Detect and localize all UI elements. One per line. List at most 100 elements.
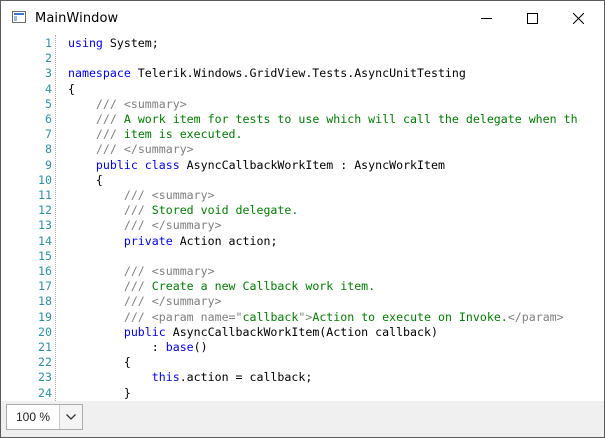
line-number: 6 [45, 112, 52, 126]
code-token: .action = callback; [179, 370, 313, 385]
line-number: 21 [38, 340, 52, 354]
code-token: /// [95, 142, 117, 157]
line-number: 18 [38, 294, 52, 309]
close-button[interactable] [555, 1, 601, 35]
line-number: 17 [38, 279, 52, 294]
gutter-separator [55, 35, 56, 401]
code-line[interactable]: /// Create a new Callback work item. [68, 279, 375, 294]
code-text-area[interactable]: using System; namespace Telerik.Windows.G… [68, 35, 598, 401]
code-token: </summary> [123, 142, 194, 157]
code-token: </summary> [151, 294, 222, 309]
line-number: 14 [38, 233, 52, 248]
code-token: /// [123, 264, 145, 278]
line-number: 4 [45, 81, 52, 96]
zoom-dropdown-button[interactable] [60, 405, 82, 429]
code-line[interactable]: public AsyncCallbackWorkItem(Action call… [68, 325, 438, 340]
code-token: } [68, 385, 131, 400]
code-token: Action to execute on Invoke. [312, 309, 508, 324]
line-number: 23 [38, 370, 52, 385]
code-line[interactable]: this.action = callback; [68, 370, 313, 385]
code-token: { [68, 81, 75, 96]
maximize-icon [526, 12, 538, 24]
code-line[interactable]: namespace Telerik.Windows.GridView.Tests… [68, 66, 466, 81]
line-number: 15 [38, 248, 52, 263]
code-line[interactable]: /// <summary> [68, 188, 215, 203]
close-icon [572, 12, 584, 24]
code-token: /// [123, 188, 145, 202]
code-token: A work item for tests to use which will … [116, 112, 578, 126]
zoom-combobox[interactable]: 100 % [6, 404, 83, 430]
code-token: public [95, 157, 138, 172]
code-token: AsyncCallbackWorkItem(Action callback) [165, 324, 438, 339]
code-line[interactable]: /// </summary> [68, 294, 222, 309]
maximize-button[interactable] [509, 1, 555, 35]
line-number: 5 [45, 96, 52, 111]
code-line[interactable]: using System; [68, 36, 159, 51]
code-token: { [68, 172, 103, 187]
code-token: </summary> [151, 218, 222, 233]
code-token: public [123, 324, 166, 339]
code-line[interactable]: } [68, 386, 131, 401]
code-token: /// [95, 112, 117, 126]
code-token: using [68, 36, 103, 50]
code-line[interactable]: { [68, 82, 75, 97]
code-line[interactable]: private Action action; [68, 234, 278, 249]
line-number: 8 [45, 142, 52, 157]
line-number: 1 [45, 36, 52, 50]
code-token: class [144, 157, 180, 172]
code-token: <summary> [123, 96, 187, 111]
code-line[interactable]: { [68, 173, 103, 188]
code-token: /// [123, 203, 145, 218]
code-line[interactable]: : base() [68, 340, 208, 355]
zoom-level-value[interactable]: 100 % [7, 405, 60, 429]
code-token: /// [95, 96, 117, 111]
line-number: 13 [38, 218, 52, 233]
code-line[interactable]: /// </summary> [68, 142, 194, 157]
minimize-button[interactable] [463, 1, 509, 35]
line-number: 2 [45, 51, 52, 66]
code-token: Stored void delegate. [144, 203, 299, 218]
code-token: "> [298, 309, 313, 324]
code-line[interactable]: /// item is executed. [68, 127, 243, 142]
code-token: <summary> [151, 188, 215, 202]
code-line[interactable]: public class AsyncCallbackWorkItem : Asy… [68, 158, 445, 173]
line-number: 22 [38, 355, 52, 370]
code-token: callback [242, 309, 299, 324]
code-token: </param> [507, 309, 564, 324]
code-line[interactable]: /// <summary> [68, 97, 187, 112]
code-line[interactable]: /// Stored void delegate. [68, 203, 299, 218]
line-number-gutter: 1 2 3 4 5 6 7 8 9 10 11 12 13 14 15 16 17 18 19 20 21 22 23 24 [7, 35, 52, 401]
line-number: 16 [38, 264, 52, 278]
code-token: /// [123, 309, 145, 324]
code-token: () [193, 340, 208, 354]
window-app-icon [12, 11, 26, 23]
code-line[interactable]: /// <summary> [68, 264, 215, 279]
code-token: <summary> [151, 264, 215, 278]
status-bar: 100 % [1, 401, 604, 437]
title-bar[interactable]: MainWindow [1, 1, 604, 35]
line-number: 24 [38, 385, 52, 400]
code-editor[interactable]: 1 2 3 4 5 6 7 8 9 10 11 12 13 14 15 16 17 18 19 20 21 22 23 24 … [7, 35, 598, 401]
chevron-down-icon [66, 414, 76, 420]
code-line[interactable]: /// <param name="callback">Action to exe… [68, 310, 564, 325]
code-line[interactable]: /// </summary> [68, 218, 222, 233]
line-number: 12 [38, 203, 52, 218]
code-line[interactable]: { [68, 355, 131, 370]
code-line[interactable]: /// A work item for tests to use which w… [68, 112, 578, 127]
